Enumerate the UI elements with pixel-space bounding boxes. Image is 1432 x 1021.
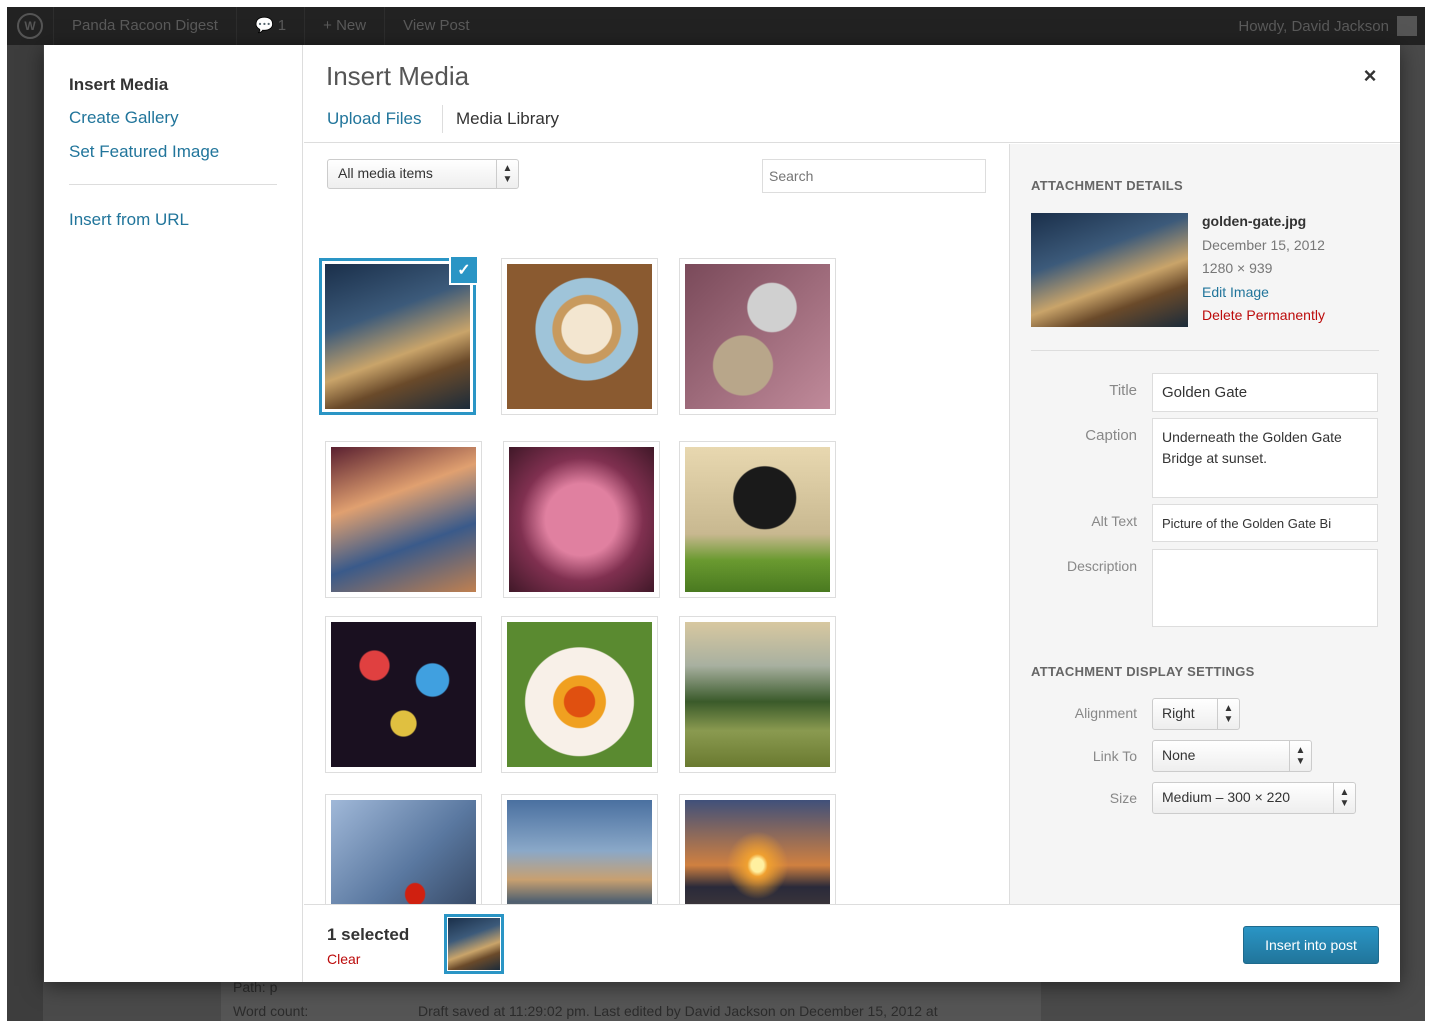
attachment-preview-image xyxy=(1031,213,1188,327)
attachment-lights[interactable] xyxy=(325,616,482,773)
new-label: New xyxy=(336,17,367,34)
attachment-golden-gate[interactable]: ✓ xyxy=(319,255,479,415)
alt-text-label: Alt Text xyxy=(1091,513,1137,529)
attachment-image xyxy=(685,264,830,409)
attachment-beach[interactable] xyxy=(501,794,658,904)
media-router: Upload Files Media Library xyxy=(304,97,1400,143)
frame-title: Insert Media xyxy=(326,61,470,91)
title-field[interactable]: Golden Gate xyxy=(1152,373,1378,412)
attachment-sidebar: Attachment Details golden-gate.jpg Decem… xyxy=(1009,144,1400,904)
sidebar-separator xyxy=(1031,350,1379,351)
admin-bar-comments[interactable]: 💬 1 xyxy=(235,7,304,45)
attachment-image xyxy=(331,447,476,592)
attachment-image xyxy=(325,264,470,409)
insert-into-post-button[interactable]: Insert into post xyxy=(1243,926,1379,964)
attachment-image xyxy=(507,800,652,904)
attachments-browser: All media items ▲▼ ✓ xyxy=(304,144,1009,904)
menu-item-set-featured-image[interactable]: Set Featured Image xyxy=(69,142,219,162)
menu-separator xyxy=(69,184,277,185)
link-to-label: Link To xyxy=(1092,748,1137,764)
tab-separator xyxy=(442,105,443,133)
tab-media-library[interactable]: Media Library xyxy=(456,109,559,129)
link-to-select[interactable]: None ▲ ▼ xyxy=(1152,740,1312,772)
draft-status: Draft saved at 11:29:02 pm. Last edited … xyxy=(418,1003,938,1019)
size-label: Size xyxy=(1109,790,1137,806)
attachment-image xyxy=(507,264,652,409)
attachment-hills[interactable] xyxy=(679,616,836,773)
search-input[interactable] xyxy=(762,159,986,193)
delete-permanently-link[interactable]: Delete Permanently xyxy=(1202,304,1325,328)
media-modal: Insert Media Create Gallery Set Featured… xyxy=(44,45,1400,982)
attachment-orchid[interactable] xyxy=(501,616,658,773)
tab-upload-files[interactable]: Upload Files xyxy=(327,109,422,129)
avatar[interactable] xyxy=(1397,16,1417,36)
caption-label: Caption xyxy=(1085,427,1137,444)
attachment-coins[interactable] xyxy=(679,258,836,415)
alt-text-field[interactable]: Picture of the Golden Gate Bi xyxy=(1152,504,1378,542)
link-to-value: None xyxy=(1162,747,1196,763)
attachment-coffee[interactable] xyxy=(501,258,658,415)
attachment-filename: golden-gate.jpg xyxy=(1202,213,1307,229)
admin-bar-new[interactable]: + New xyxy=(304,7,384,45)
attachment-image xyxy=(331,800,476,904)
attachment-image xyxy=(685,622,830,767)
check-icon[interactable]: ✓ xyxy=(449,255,479,285)
comment-count: 1 xyxy=(277,17,287,34)
attachment-image xyxy=(685,800,830,904)
admin-bar-site-name[interactable]: Panda Racoon Digest xyxy=(53,7,236,45)
menu-title-insert-media[interactable]: Insert Media xyxy=(69,75,168,95)
title-label: Title xyxy=(1109,382,1137,399)
admin-sidebar xyxy=(7,45,43,1021)
clear-selection-link[interactable]: Clear xyxy=(327,951,360,967)
description-label: Description xyxy=(1066,558,1137,574)
attachment-fridge[interactable] xyxy=(325,794,482,904)
attachment-dimensions: 1280 × 939 xyxy=(1202,260,1273,276)
attachment-date: December 15, 2012 xyxy=(1202,236,1325,253)
media-filter-value: All media items xyxy=(338,165,433,181)
attachment-dolls[interactable] xyxy=(325,441,482,598)
admin-bar-view-post[interactable]: View Post xyxy=(384,7,487,45)
description-field[interactable] xyxy=(1152,549,1378,627)
attachment-image xyxy=(509,447,654,592)
attachment-details-heading: Attachment Details xyxy=(1031,178,1183,193)
alignment-value: Right xyxy=(1162,705,1195,721)
selected-image xyxy=(448,918,500,970)
size-select[interactable]: Medium – 300 × 220 ▲ ▼ xyxy=(1152,782,1356,814)
edit-image-link[interactable]: Edit Image xyxy=(1202,281,1325,305)
attachment-image xyxy=(685,447,830,592)
selected-attachment-thumbnail[interactable] xyxy=(444,914,504,974)
menu-item-create-gallery[interactable]: Create Gallery xyxy=(69,108,179,128)
select-arrows-icon: ▲ ▼ xyxy=(1217,699,1239,729)
attachment-info: golden-gate.jpg December 15, 2012 1280 ×… xyxy=(1202,210,1325,328)
admin-bar: W Panda Racoon Digest 💬 1 + New View Pos… xyxy=(7,7,1425,45)
display-settings-heading: Attachment Display Settings xyxy=(1031,664,1255,679)
select-arrows-icon: ▲ ▼ xyxy=(1289,741,1311,771)
wordpress-logo-icon[interactable]: W xyxy=(7,7,53,45)
media-filter-select[interactable]: All media items ▲ ▼ xyxy=(327,159,519,189)
close-icon[interactable]: × xyxy=(1352,62,1388,90)
attachment-image xyxy=(507,622,652,767)
media-toolbar: 1 selected Clear Insert into post xyxy=(304,904,1400,982)
alignment-select[interactable]: Right ▲ ▼ xyxy=(1152,698,1240,730)
attachment-cat[interactable] xyxy=(679,441,836,598)
attachment-sunset[interactable] xyxy=(679,794,836,904)
caption-field[interactable]: Underneath the Golden Gate Bridge at sun… xyxy=(1152,418,1378,498)
menu-item-insert-from-url[interactable]: Insert from URL xyxy=(69,210,189,230)
select-arrows-icon: ▲ ▼ xyxy=(496,160,518,188)
media-menu: Insert Media Create Gallery Set Featured… xyxy=(44,45,303,982)
word-count-label: Word count: xyxy=(233,1003,309,1019)
size-value: Medium – 300 × 220 xyxy=(1162,789,1291,805)
select-arrows-icon: ▲ ▼ xyxy=(1333,783,1355,813)
attachment-image xyxy=(331,622,476,767)
attachment-pig[interactable] xyxy=(503,441,660,598)
admin-bar-howdy[interactable]: Howdy, David Jackson xyxy=(1238,18,1389,35)
selection-count: 1 selected xyxy=(327,925,410,944)
alignment-label: Alignment xyxy=(1074,705,1137,721)
